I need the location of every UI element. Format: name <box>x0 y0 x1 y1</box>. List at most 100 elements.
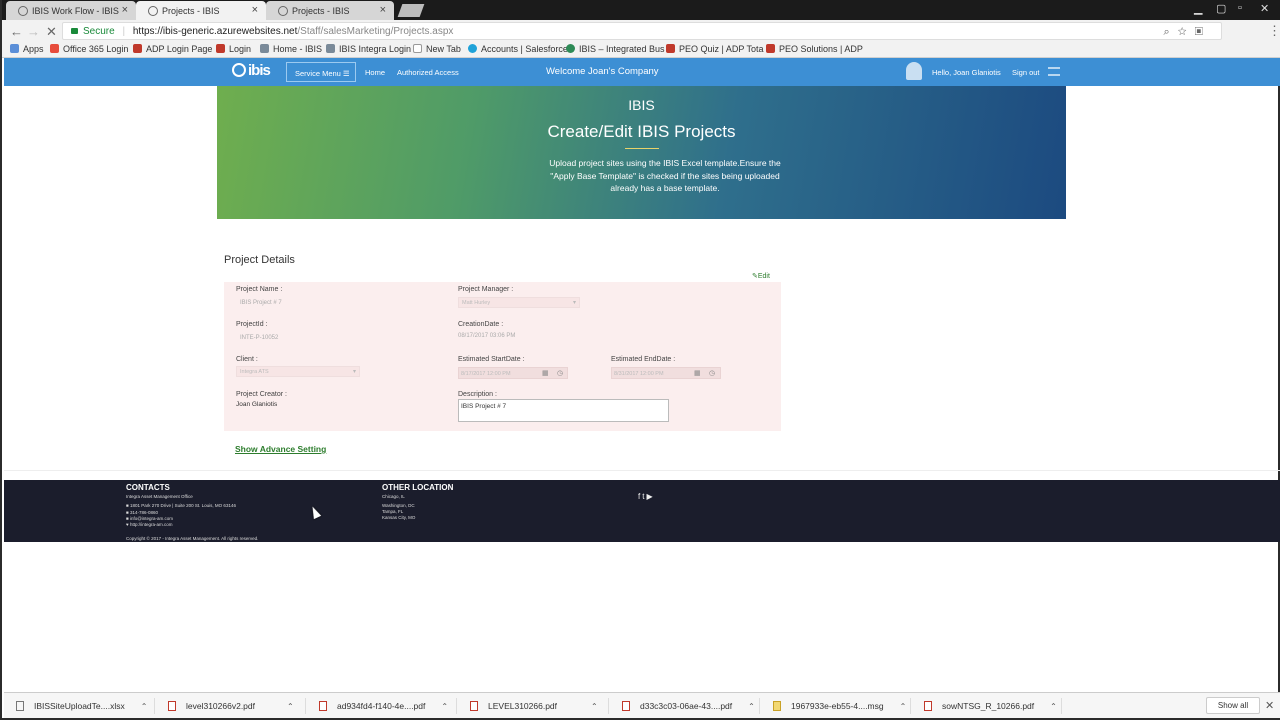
email-line[interactable]: ■ info@integra-am.com <box>126 516 173 521</box>
ibis-logo[interactable]: ibis <box>232 62 271 79</box>
url-host: https://ibis-generic.azurewebsites.net <box>132 26 298 37</box>
page-icon <box>413 44 422 53</box>
restore-icon[interactable]: ▫ <box>1238 2 1242 14</box>
est-end-date-input[interactable]: 8/31/2017 12:00 PM <box>611 367 721 379</box>
browser-toolbar: ← → ✕ Secure | https://ibis-generic.azur… <box>2 20 1280 42</box>
site-navbar: ibis Service Menu ☰ Home Authorized Acce… <box>4 58 1280 86</box>
show-all-button[interactable]: Show all <box>1206 697 1260 714</box>
tab-ibis-work-flow[interactable]: IBIS Work Flow - IBIS × <box>6 1 136 20</box>
adp-icon <box>666 44 675 53</box>
avatar[interactable] <box>906 62 922 80</box>
calendar-icon[interactable]: ▦ <box>694 369 701 377</box>
bookmarks-bar: Apps Office 365 Login ADP Login Page Log… <box>2 42 1280 58</box>
extension-icon[interactable]: ▣ <box>1195 26 1211 38</box>
new-tab-button[interactable] <box>397 4 425 17</box>
web-line[interactable]: ♥ http://integra-am.com <box>126 522 172 527</box>
maximize-icon[interactable]: ▢ <box>1216 2 1226 15</box>
forward-icon[interactable]: → <box>27 24 40 39</box>
chevron-up-icon[interactable]: ⌃ <box>900 702 907 711</box>
download-filename: d33c3c03-06ae-43....pdf <box>640 701 733 711</box>
secure-label: Secure <box>83 26 115 37</box>
nav-authorized-access-link[interactable]: Authorized Access <box>397 68 459 77</box>
file-icon <box>16 701 24 711</box>
stop-icon[interactable]: ✕ <box>46 24 57 40</box>
user-greeting: Hello, Joan Glaniotis <box>932 68 1001 77</box>
hamburger-icon[interactable] <box>1048 67 1060 76</box>
description-label: Description : <box>458 391 497 398</box>
bookmark-peo-quiz[interactable]: PEO Quiz | ADP Tota <box>666 44 764 54</box>
est-start-date-input[interactable]: 8/17/2017 12:00 PM <box>458 367 568 379</box>
mail-icon <box>773 701 781 711</box>
tab-projects[interactable]: Projects - IBIS × <box>266 1 394 20</box>
chevron-up-icon[interactable]: ⌃ <box>441 702 448 711</box>
download-item[interactable]: ad934fd4-f140-4e....pdf ⌃ <box>319 701 448 711</box>
est-end-label: Estimated EndDate : <box>611 356 676 363</box>
show-advance-setting-link[interactable]: Show Advance Setting <box>235 444 326 454</box>
chevron-up-icon[interactable]: ⌃ <box>287 702 294 711</box>
sign-out-link[interactable]: Sign out <box>1012 68 1040 77</box>
bookmark-ibis-integra-login[interactable]: IBIS Integra Login <box>326 44 411 54</box>
minimize-icon[interactable]: ▁ <box>1194 2 1202 15</box>
site-footer: CONTACTS Integra Asset Management Office… <box>4 480 1280 542</box>
adp-icon <box>133 44 142 53</box>
bookmark-office365[interactable]: Office 365 Login <box>50 44 128 54</box>
close-icon[interactable]: ✕ <box>1265 699 1274 712</box>
download-item[interactable]: sowNTSG_R_10266.pdf ⌃ <box>924 701 1057 711</box>
download-item[interactable]: 1967933e-eb55-4....msg ⌃ <box>773 701 906 711</box>
search-icon[interactable]: ⌕ <box>1163 26 1177 38</box>
bookmark-apps[interactable]: Apps <box>10 44 44 54</box>
downloads-bar: IBISSiteUploadTe....xlsx ⌃ level310266v2.… <box>4 692 1280 718</box>
youtube-icon[interactable]: ▶ <box>646 492 654 501</box>
download-item[interactable]: LEVEL310266.pdf ⌃ <box>470 701 598 711</box>
browser-window: IBIS Work Flow - IBIS × Projects - IBIS … <box>0 0 1280 720</box>
address-bar[interactable]: Secure | https://ibis-generic.azurewebsi… <box>62 22 1222 40</box>
close-window-icon[interactable]: ✕ <box>1260 2 1269 15</box>
client-select[interactable]: Integra ATS ▾ <box>236 366 360 377</box>
loading-icon <box>148 6 158 16</box>
bookmark-new-tab[interactable]: New Tab <box>413 44 461 54</box>
nav-home-link[interactable]: Home <box>365 68 385 77</box>
pdf-icon <box>924 701 932 711</box>
bookmark-salesforce[interactable]: Accounts | Salesforce <box>468 44 568 54</box>
tab-projects-active[interactable]: Projects - IBIS × <box>136 1 266 20</box>
chevron-up-icon[interactable]: ⌃ <box>1050 702 1057 711</box>
clock-icon[interactable]: ◷ <box>557 369 563 377</box>
project-manager-select[interactable]: Matt Hurley ▾ <box>458 297 580 308</box>
bookmark-adp-login[interactable]: ADP Login Page <box>133 44 212 54</box>
back-icon[interactable]: ← <box>10 24 23 39</box>
close-icon[interactable]: × <box>252 4 258 16</box>
description-value: IBIS Project # 7 <box>461 403 507 410</box>
menu-icon[interactable]: ⋮ <box>1268 23 1280 39</box>
contacts-heading: CONTACTS <box>126 483 170 492</box>
calendar-icon[interactable]: ▦ <box>542 369 549 377</box>
bookmark-ibis-integrated[interactable]: IBIS – Integrated Bus <box>566 44 665 54</box>
bookmark-label: PEO Quiz | ADP Tota <box>679 44 764 54</box>
download-item[interactable]: level310266v2.pdf ⌃ <box>168 701 294 711</box>
bookmark-home-ibis[interactable]: Home - IBIS <box>260 44 322 54</box>
chevron-up-icon[interactable]: ⌃ <box>748 702 755 711</box>
bookmark-login[interactable]: Login <box>216 44 251 54</box>
content-divider <box>4 470 1280 471</box>
bookmark-peo-solutions[interactable]: PEO Solutions | ADP <box>766 44 863 54</box>
chevron-up-icon[interactable]: ⌃ <box>591 702 598 711</box>
bookmark-label: Office 365 Login <box>63 44 129 54</box>
project-name-label: Project Name : <box>236 286 283 293</box>
project-creator-value: Joan Glaniotis <box>236 401 278 408</box>
pdf-icon <box>470 701 478 711</box>
divider <box>305 698 306 714</box>
edit-label: Edit <box>757 273 770 280</box>
web-text: http://integra-am.com <box>129 522 173 527</box>
download-item[interactable]: d33c3c03-06ae-43....pdf ⌃ <box>622 701 755 711</box>
description-textarea[interactable]: IBIS Project # 7 <box>458 399 669 422</box>
download-item[interactable]: IBISSiteUploadTe....xlsx ⌃ <box>16 701 147 711</box>
pdf-icon <box>622 701 630 711</box>
clock-icon[interactable]: ◷ <box>709 369 715 377</box>
lock-icon <box>71 28 78 34</box>
tab-label: Projects - IBIS <box>162 6 220 16</box>
service-menu-button[interactable]: Service Menu ☰ <box>286 62 356 82</box>
chevron-up-icon[interactable]: ⌃ <box>141 702 148 711</box>
close-icon[interactable]: × <box>122 4 128 16</box>
star-icon[interactable]: ☆ <box>1178 26 1195 38</box>
close-icon[interactable]: × <box>380 4 386 16</box>
edit-link[interactable]: ✎Edit <box>752 272 770 280</box>
